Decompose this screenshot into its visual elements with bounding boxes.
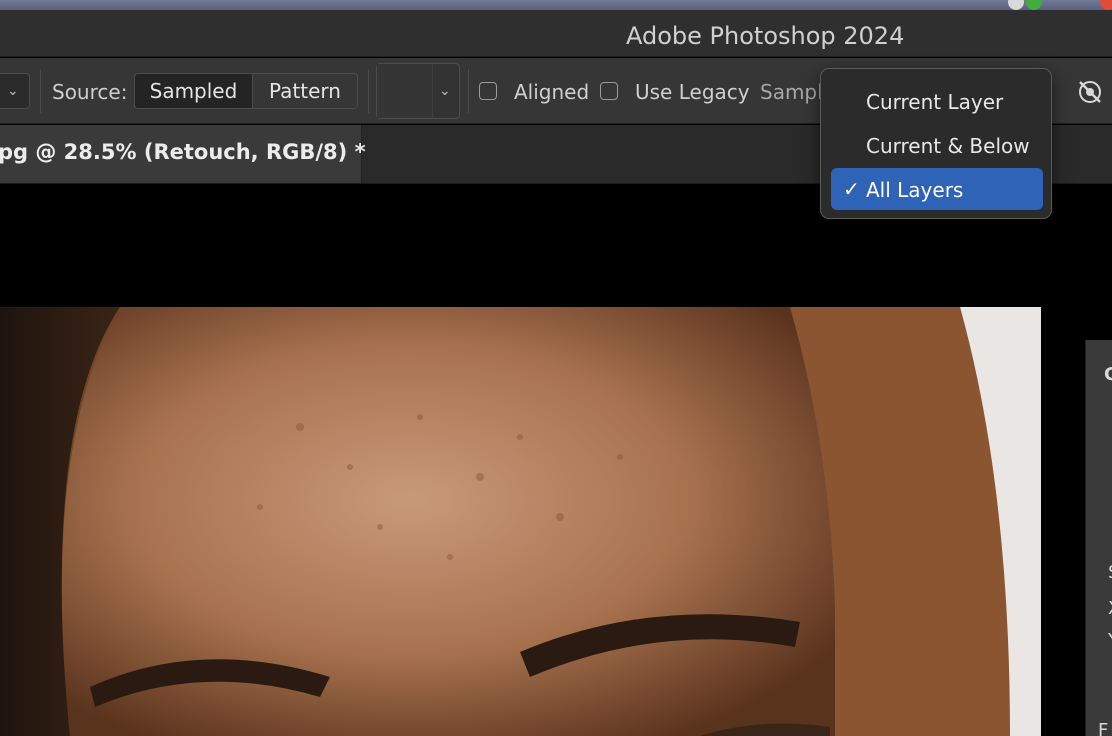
document-tab-label: pg @ 28.5% (Retouch, RGB/8) *	[0, 140, 366, 164]
portrait-photo	[0, 307, 1041, 736]
properties-panel-edge: C S X Y F	[1085, 340, 1112, 736]
divider	[40, 69, 41, 113]
sample-label: Sampl	[760, 80, 823, 104]
menu-item-label: Current Layer	[866, 90, 1004, 114]
divider	[368, 69, 369, 113]
menu-item-label: Current & Below	[866, 134, 1030, 158]
status-icon[interactable]	[1026, 0, 1042, 10]
chevron-down-icon: ⌄	[439, 83, 451, 99]
menu-item-current-and-below[interactable]: Current & Below	[831, 124, 1043, 166]
mac-menu-strip	[0, 0, 1112, 10]
chevron-down-icon: ⌄	[7, 83, 19, 99]
source-segmented-control: Sampled Pattern	[134, 73, 358, 109]
photo-image[interactable]	[0, 307, 1041, 736]
panel-glyph: Y	[1108, 630, 1112, 651]
source-pattern-button[interactable]: Pattern	[252, 74, 357, 108]
panel-glyph: F	[1098, 720, 1109, 736]
use-legacy-label: Use Legacy	[635, 80, 750, 104]
panel-glyph: C	[1104, 364, 1112, 385]
document-canvas[interactable]: C S X Y F	[0, 185, 1112, 736]
status-icon[interactable]	[1008, 0, 1024, 10]
status-icon[interactable]	[1100, 0, 1112, 10]
title-bar: Adobe Photoshop 2024	[0, 10, 1112, 57]
document-tab[interactable]: pg @ 28.5% (Retouch, RGB/8) *	[0, 125, 366, 183]
panel-glyph: S	[1108, 562, 1112, 583]
divider	[468, 69, 469, 113]
sample-layers-dropdown-menu: Current Layer Current & Below ✓ All Laye…	[820, 68, 1052, 219]
photoshop-window: Adobe Photoshop 2024 ⌄ Source: Sampled P…	[0, 0, 1112, 736]
use-legacy-checkbox[interactable]	[600, 82, 618, 100]
app-title: Adobe Photoshop 2024	[626, 22, 905, 50]
checkmark-icon: ✓	[843, 177, 860, 201]
menu-item-current-layer[interactable]: Current Layer	[831, 80, 1043, 122]
pattern-picker[interactable]: ⌄	[376, 63, 460, 119]
aligned-checkbox[interactable]	[479, 82, 497, 100]
ignore-adjustment-layers-icon[interactable]	[1076, 78, 1104, 106]
tool-preset-picker[interactable]: ⌄	[0, 73, 30, 109]
source-sampled-button[interactable]: Sampled	[135, 74, 253, 108]
aligned-label: Aligned	[514, 80, 590, 104]
source-label: Source:	[52, 80, 128, 104]
pattern-swatch	[377, 64, 433, 118]
menu-item-all-layers[interactable]: ✓ All Layers	[831, 168, 1043, 210]
menu-item-label: All Layers	[866, 178, 964, 202]
panel-glyph: X	[1108, 598, 1112, 619]
